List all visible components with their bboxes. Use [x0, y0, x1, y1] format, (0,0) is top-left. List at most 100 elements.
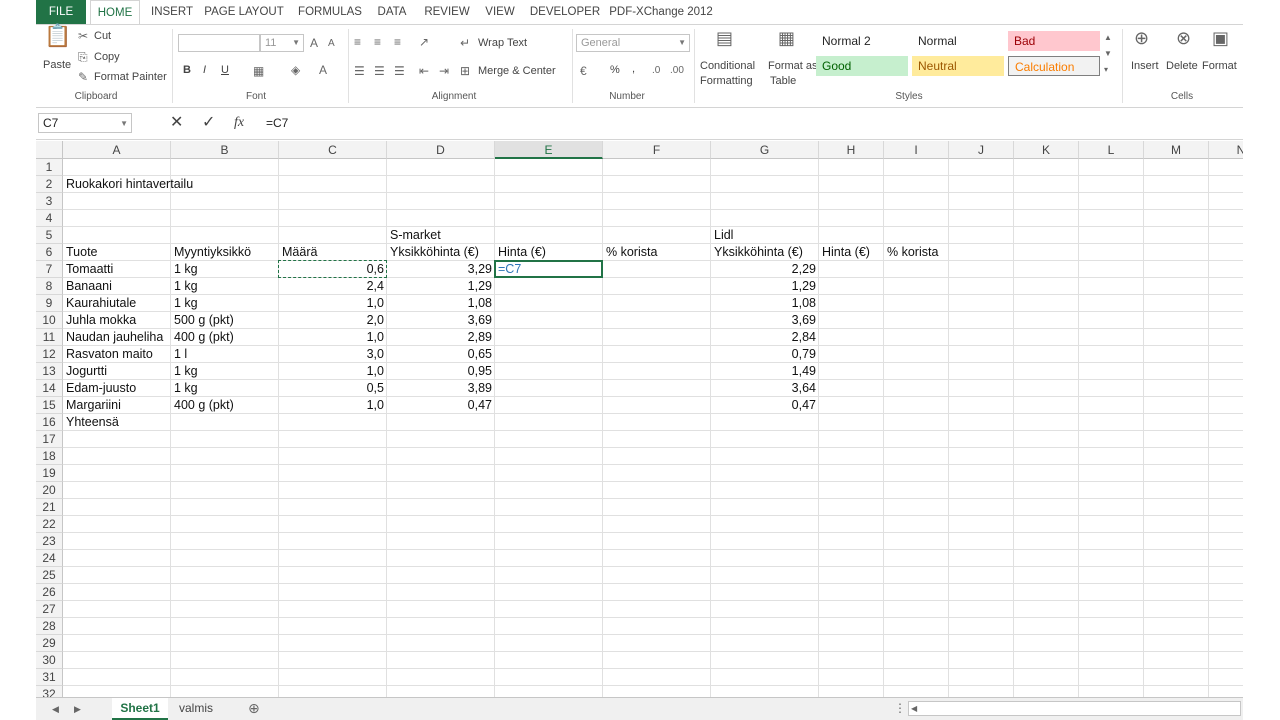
cell-g14[interactable]: 3,64 [711, 380, 819, 397]
cell-a16[interactable]: Yhteensä [63, 414, 171, 431]
tab-page-layout[interactable]: PAGE LAYOUT [204, 0, 284, 24]
tab-file[interactable]: FILE [36, 0, 86, 24]
formula-input[interactable]: =C7 [266, 113, 1241, 133]
cell-d14[interactable]: 3,89 [387, 380, 495, 397]
row-header-31[interactable]: 31 [36, 669, 63, 686]
cell-c14[interactable]: 0,5 [279, 380, 387, 397]
row-header-21[interactable]: 21 [36, 499, 63, 516]
enter-icon[interactable]: ✓ [202, 115, 215, 131]
row-header-10[interactable]: 10 [36, 312, 63, 329]
column-header-d[interactable]: D [387, 141, 495, 159]
font-size-select[interactable]: 11 ▼ [260, 34, 304, 52]
row-header-7[interactable]: 7 [36, 261, 63, 278]
row-header-20[interactable]: 20 [36, 482, 63, 499]
style-bad[interactable]: Bad [1008, 31, 1100, 51]
sheet-tab-valmis[interactable]: valmis [170, 698, 222, 720]
column-header-b[interactable]: B [171, 141, 279, 159]
cell-a14[interactable]: Edam-juusto [63, 380, 171, 397]
tab-insert[interactable]: INSERT [146, 0, 198, 24]
cell-g8[interactable]: 1,29 [711, 278, 819, 295]
row-header-18[interactable]: 18 [36, 448, 63, 465]
styles-scroll-up-icon[interactable]: ▲ [1104, 31, 1112, 45]
cell-b7[interactable]: 1 kg [171, 261, 279, 278]
cell-a7[interactable]: Tomaatti [63, 261, 171, 278]
row-header-1[interactable]: 1 [36, 159, 63, 176]
cell-g11[interactable]: 2,84 [711, 329, 819, 346]
row-header-23[interactable]: 23 [36, 533, 63, 550]
cell-b15[interactable]: 400 g (pkt) [171, 397, 279, 414]
row-header-29[interactable]: 29 [36, 635, 63, 652]
row-header-24[interactable]: 24 [36, 550, 63, 567]
style-good[interactable]: Good [816, 56, 908, 76]
column-header-a[interactable]: A [63, 141, 171, 159]
cell-f6[interactable]: % korista [603, 244, 711, 261]
cell-a9[interactable]: Kaurahiutale [63, 295, 171, 312]
font-color-icon[interactable]: A [319, 63, 327, 77]
row-header-15[interactable]: 15 [36, 397, 63, 414]
row-header-16[interactable]: 16 [36, 414, 63, 431]
format-button[interactable]: Format [1202, 60, 1237, 72]
fill-color-icon[interactable]: ◈ [291, 63, 300, 77]
comma-style-button[interactable]: , [632, 63, 635, 75]
tab-data[interactable]: DATA [372, 0, 412, 24]
cell-c10[interactable]: 2,0 [279, 312, 387, 329]
row-header-12[interactable]: 12 [36, 346, 63, 363]
merge-center-button[interactable]: Merge & Center [478, 65, 556, 77]
align-middle-icon[interactable]: ≡ [374, 35, 381, 49]
cell-a11[interactable]: Naudan jauheliha [63, 329, 171, 346]
cell-g6[interactable]: Yksikköhinta (€) [711, 244, 819, 261]
cell-b9[interactable]: 1 kg [171, 295, 279, 312]
sheet-tab-sheet1[interactable]: Sheet1 [112, 698, 168, 720]
cell-d15[interactable]: 0,47 [387, 397, 495, 414]
cut-button[interactable]: Cut [94, 30, 111, 42]
style-calculation[interactable]: Calculation [1008, 56, 1100, 76]
delete-button[interactable]: Delete [1166, 60, 1198, 72]
tab-view[interactable]: VIEW [480, 0, 520, 24]
more-options-icon[interactable]: ⋮ [894, 701, 906, 715]
cell-h6[interactable]: Hinta (€) [819, 244, 884, 261]
column-header-l[interactable]: L [1079, 141, 1144, 159]
font-name-select[interactable] [178, 34, 260, 52]
new-sheet-icon[interactable]: ⊕ [248, 701, 260, 715]
cell-a10[interactable]: Juhla mokka [63, 312, 171, 329]
row-header-19[interactable]: 19 [36, 465, 63, 482]
cell-g12[interactable]: 0,79 [711, 346, 819, 363]
column-header-f[interactable]: F [603, 141, 711, 159]
worksheet-grid[interactable]: A B C D E F G H I J K L M N 1 2 3 4 5 6 7 8 9 10 11 12 13 14 15 16 17 1… [36, 141, 1243, 697]
cell-c8[interactable]: 2,4 [279, 278, 387, 295]
cell-g13[interactable]: 1,49 [711, 363, 819, 380]
cell-b10[interactable]: 500 g (pkt) [171, 312, 279, 329]
row-header-30[interactable]: 30 [36, 652, 63, 669]
increase-font-icon[interactable]: A [310, 36, 318, 50]
cell-d13[interactable]: 0,95 [387, 363, 495, 380]
cell-d5[interactable]: S-market [387, 227, 495, 244]
column-header-c[interactable]: C [279, 141, 387, 159]
number-format-select[interactable]: General ▼ [576, 34, 690, 52]
format-as-table-label[interactable]: Format as [768, 60, 818, 72]
format-as-table-label-2[interactable]: Table [770, 75, 796, 87]
row-header-4[interactable]: 4 [36, 210, 63, 227]
insert-button[interactable]: Insert [1131, 60, 1159, 72]
decrease-indent-icon[interactable]: ⇤ [419, 64, 429, 78]
cell-a2[interactable]: Ruokakori hintavertailu [63, 176, 193, 193]
cell-g10[interactable]: 3,69 [711, 312, 819, 329]
cell-b14[interactable]: 1 kg [171, 380, 279, 397]
row-header-5[interactable]: 5 [36, 227, 63, 244]
cell-a6[interactable]: Tuote [63, 244, 171, 261]
row-header-3[interactable]: 3 [36, 193, 63, 210]
cell-b12[interactable]: 1 l [171, 346, 279, 363]
row-header-26[interactable]: 26 [36, 584, 63, 601]
align-right-icon[interactable]: ☰ [394, 64, 405, 78]
increase-decimal-icon[interactable]: .0 [652, 64, 660, 78]
align-bottom-icon[interactable]: ≡ [394, 35, 401, 49]
cell-d7[interactable]: 3,29 [387, 261, 495, 278]
insert-function-icon[interactable]: fx [234, 116, 244, 130]
cell-b8[interactable]: 1 kg [171, 278, 279, 295]
cell-d11[interactable]: 2,89 [387, 329, 495, 346]
orientation-icon[interactable]: ↗ [419, 35, 429, 49]
cell-a12[interactable]: Rasvaton maito [63, 346, 171, 363]
cell-d8[interactable]: 1,29 [387, 278, 495, 295]
tab-home[interactable]: HOME [90, 0, 140, 25]
cell-i6[interactable]: % korista [884, 244, 949, 261]
column-header-i[interactable]: I [884, 141, 949, 159]
